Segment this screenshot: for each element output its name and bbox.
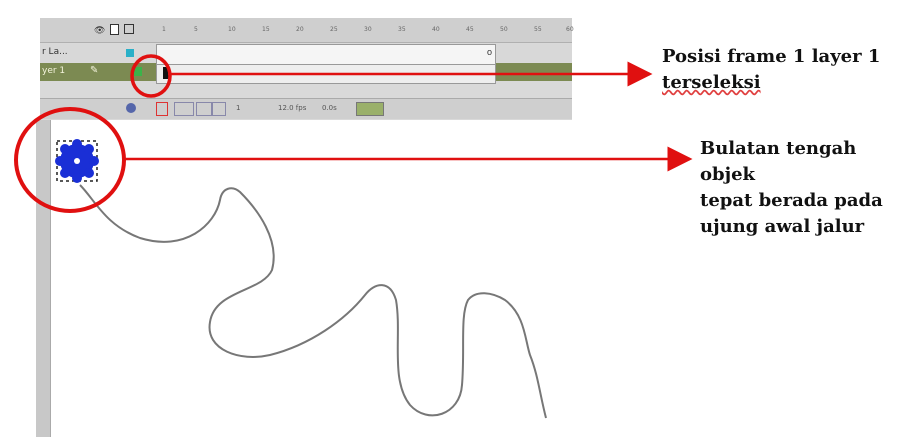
callout-line: terseleksi [662, 72, 761, 94]
callout-frame-text: Posisi frame 1 layer 1 terseleksi [662, 44, 880, 96]
blue-object [55, 139, 99, 183]
callout-line: Bulatan tengah objek [700, 138, 857, 186]
motion-path [79, 184, 547, 419]
callout-object-text: Bulatan tengah objek tepat berada pada u… [700, 136, 915, 240]
highlight-frame-circle [130, 54, 172, 98]
callout-line: Posisi frame 1 layer 1 [662, 46, 881, 67]
callout-line: ujung awal jalur [700, 216, 865, 238]
flash-authoring-screenshot: 👁 1 5 10 15 20 25 30 35 40 45 50 55 60 r… [0, 0, 915, 437]
callout-line: tepat berada pada [700, 190, 883, 212]
